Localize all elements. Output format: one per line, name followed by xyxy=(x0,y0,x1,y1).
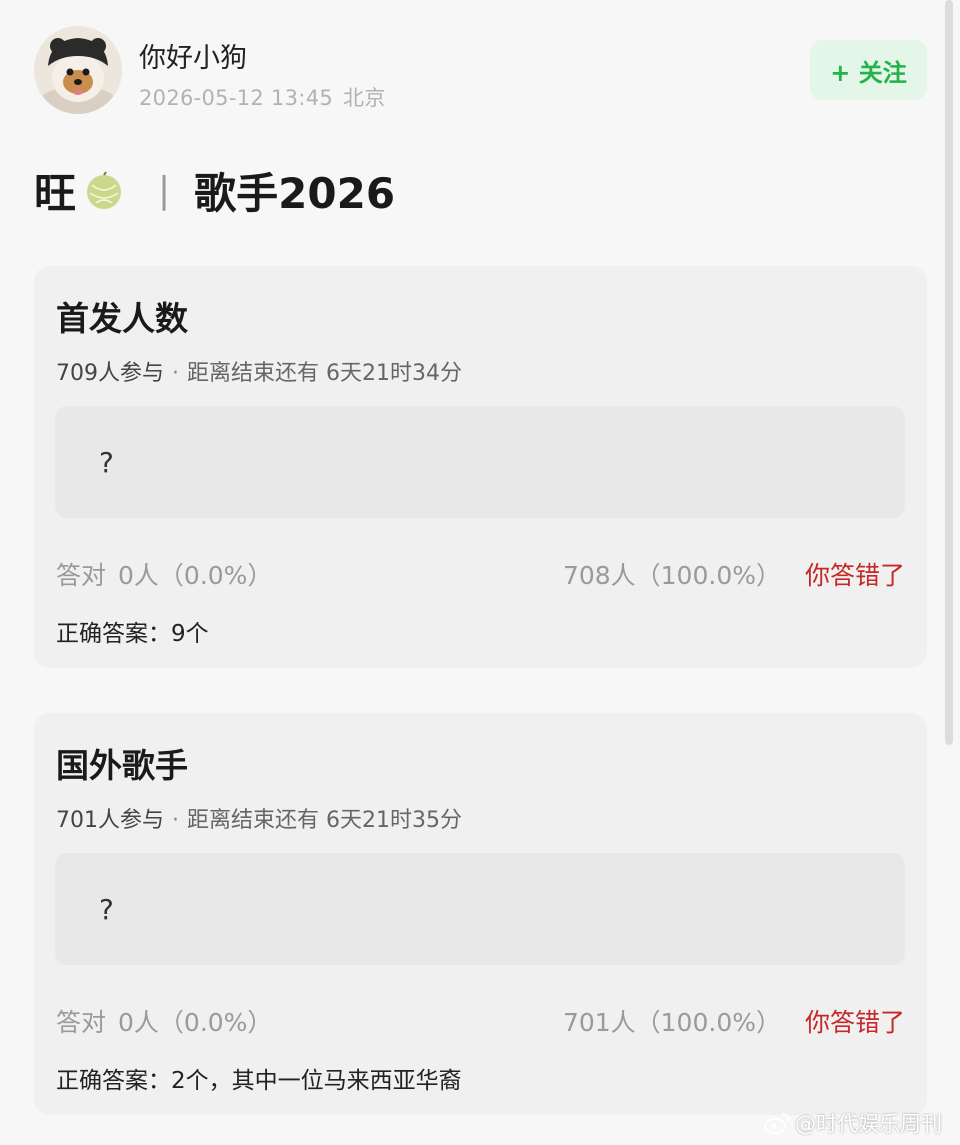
wrong-answer-label: 你答错了 xyxy=(804,561,905,590)
post-location: 北京 xyxy=(343,86,386,110)
correct-count: 0人（0.0%） xyxy=(118,1008,273,1037)
poll-card: 首发人数 709人参与 · 距离结束还有 6天21时34分 ? 答对 0人（0.0%）… xyxy=(34,266,927,668)
correct-count: 0人（0.0%） xyxy=(118,561,273,590)
poll-option[interactable]: ? xyxy=(55,406,905,518)
poll-card: 国外歌手 701人参与 · 距离结束还有 6天21时35分 ? 答对 0人（0.0%）… xyxy=(34,713,927,1115)
correct-stats: 答对 0人（0.0%） xyxy=(56,556,272,592)
poll-info: 701人参与 · 距离结束还有 6天21时35分 xyxy=(56,802,462,834)
poll-option-text: ? xyxy=(99,446,114,479)
wrong-stats: 701人（100.0%） 你答错了 xyxy=(563,1003,905,1039)
post-timestamp: 2026-05-12 13:45 xyxy=(139,86,334,110)
watermark-text: @时代娱乐周刊 xyxy=(795,1112,942,1136)
post-title: 旺 | 歌手2026 xyxy=(34,160,395,221)
wrong-count: 708人（100.0%） xyxy=(562,561,781,590)
poll-option[interactable]: ? xyxy=(55,853,905,965)
poll-question: 国外歌手 xyxy=(56,746,188,785)
wrong-answer-label: 你答错了 xyxy=(804,1008,905,1037)
correct-answer: 正确答案：2个，其中一位马来西亚华裔 xyxy=(56,1068,462,1094)
scrollbar[interactable] xyxy=(945,0,953,745)
poll-question: 首发人数 xyxy=(56,299,188,338)
post-meta: 2026-05-12 13:45 北京 xyxy=(139,82,386,112)
poll-dot: · xyxy=(172,361,179,386)
title-main: 歌手2026 xyxy=(194,169,396,218)
poll-participants: 701人参与 xyxy=(56,808,164,833)
weibo-icon xyxy=(764,1113,790,1134)
watermark: @时代娱乐周刊 xyxy=(763,1108,942,1138)
poll-info: 709人参与 · 距离结束还有 6天21时34分 xyxy=(56,355,462,387)
correct-label: 答对 xyxy=(56,561,107,590)
melon-icon xyxy=(87,170,122,209)
title-prefix: 旺 xyxy=(34,169,77,218)
poll-post-page: 你好小狗 2026-05-12 13:45 北京 + 关注 旺 | 歌手2026 … xyxy=(0,0,960,1145)
correct-stats: 答对 0人（0.0%） xyxy=(56,1003,272,1039)
poll-option-text: ? xyxy=(99,893,114,926)
avatar[interactable] xyxy=(34,26,122,114)
title-separator: | xyxy=(158,170,171,211)
wrong-count: 701人（100.0%） xyxy=(562,1008,781,1037)
dog-avatar-icon xyxy=(34,26,122,114)
correct-answer: 正确答案：9个 xyxy=(56,621,209,647)
poll-time-left: 距离结束还有 6天21时35分 xyxy=(187,808,462,833)
poll-time-left: 距离结束还有 6天21时34分 xyxy=(187,361,462,386)
correct-label: 答对 xyxy=(56,1008,107,1037)
poll-participants: 709人参与 xyxy=(56,361,164,386)
wrong-stats: 708人（100.0%） 你答错了 xyxy=(563,556,905,592)
poll-dot: · xyxy=(172,808,179,833)
author-name[interactable]: 你好小狗 xyxy=(139,36,247,75)
follow-button[interactable]: + 关注 xyxy=(810,40,927,100)
